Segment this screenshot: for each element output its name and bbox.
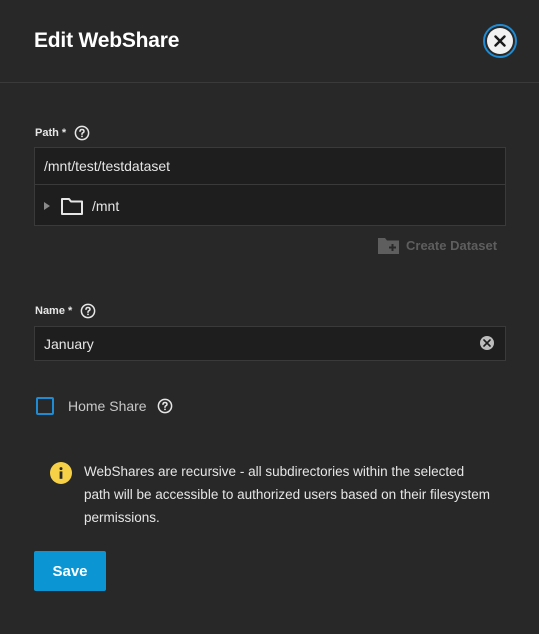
create-dataset-label: Create Dataset bbox=[406, 238, 498, 253]
expand-arrow-icon[interactable] bbox=[42, 201, 52, 211]
clear-icon[interactable] bbox=[480, 336, 494, 350]
close-icon bbox=[487, 28, 513, 54]
path-label: Path * bbox=[35, 127, 67, 139]
path-input[interactable]: /mnt/test/testdataset bbox=[35, 148, 505, 185]
create-dataset-button[interactable]: Create Dataset bbox=[377, 236, 497, 255]
info-message: WebShares are recursive - all subdirecto… bbox=[50, 460, 490, 529]
info-icon bbox=[50, 462, 72, 484]
close-button[interactable] bbox=[483, 24, 517, 58]
help-icon[interactable] bbox=[80, 303, 96, 319]
path-label-row: Path * bbox=[35, 125, 90, 141]
folder-icon bbox=[60, 196, 84, 216]
dialog-header: Edit WebShare bbox=[0, 0, 539, 83]
folder-plus-icon bbox=[377, 236, 400, 255]
help-icon[interactable] bbox=[157, 398, 173, 414]
help-icon[interactable] bbox=[74, 125, 90, 141]
save-button[interactable]: Save bbox=[34, 551, 106, 591]
tree-node-mnt[interactable]: /mnt bbox=[35, 186, 505, 226]
info-text: WebShares are recursive - all subdirecto… bbox=[84, 464, 490, 525]
name-label-row: Name * bbox=[35, 303, 96, 319]
home-share-row: Home Share bbox=[36, 397, 173, 415]
name-input[interactable]: January bbox=[34, 326, 506, 361]
tree-node-label: /mnt bbox=[92, 198, 120, 214]
name-value: January bbox=[44, 335, 94, 352]
dialog-title: Edit WebShare bbox=[34, 29, 180, 52]
home-share-checkbox[interactable] bbox=[36, 397, 54, 415]
path-explorer: /mnt/test/testdataset /mnt bbox=[34, 147, 506, 226]
name-label: Name * bbox=[35, 305, 73, 317]
home-share-label[interactable]: Home Share bbox=[68, 398, 147, 414]
